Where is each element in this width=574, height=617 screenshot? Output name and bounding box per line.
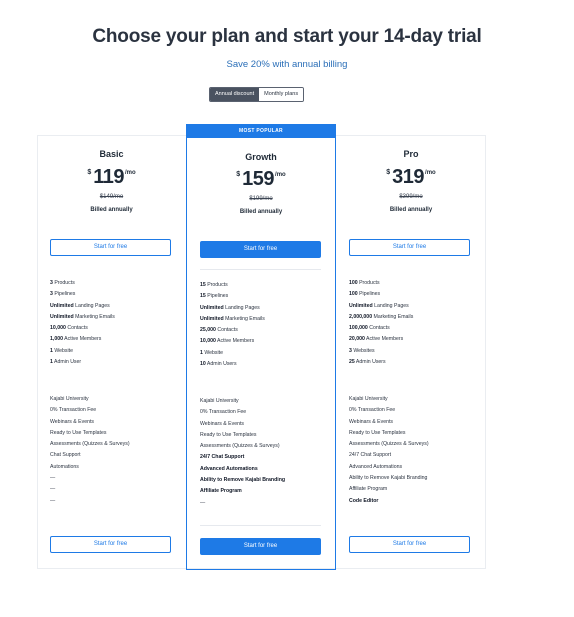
list-item: Automations xyxy=(50,463,79,470)
list-item: — xyxy=(50,475,56,482)
list-item: 25 Admin Users xyxy=(349,359,386,366)
list-item: Unlimited Marketing Emails xyxy=(50,313,115,320)
price-currency: $ xyxy=(87,169,92,176)
plan-card-growth: MOST POPULAR Growth $159/mo $199/mo Bill… xyxy=(186,124,336,570)
list-item: Assessments (Quizzes & Surveys) xyxy=(50,441,130,448)
list-item: Unlimited Landing Pages xyxy=(50,302,110,309)
list-item: Unlimited Marketing Emails xyxy=(200,315,265,322)
list-item: Assessments (Quizzes & Surveys) xyxy=(200,443,280,450)
price-period: /mo xyxy=(425,170,436,176)
plan-card-basic: Basic $119/mo $149/mo Billed annually St… xyxy=(37,135,186,569)
list-item: — xyxy=(50,497,56,504)
plan-features-list: Kajabi University 0% Transaction Fee Web… xyxy=(349,394,429,507)
plan-name: Basic xyxy=(99,149,124,159)
list-item: 24/7 Chat Support xyxy=(349,452,392,459)
list-item: Kajabi University xyxy=(50,396,89,402)
list-item: 15 Pipelines xyxy=(200,293,229,300)
list-item: 24/7 Chat Support xyxy=(200,454,245,461)
original-price: $399/mo xyxy=(399,194,423,200)
list-item: 20,000 Active Members xyxy=(349,336,404,343)
plan-features-list: Kajabi University 0% Transaction Fee Web… xyxy=(200,396,285,509)
billing-toggle: Annual discount Monthly plans xyxy=(209,87,305,102)
plan-price: $119/mo xyxy=(37,166,186,189)
plan-limits-list: 15 Products 15 Pipelines Unlimited Landi… xyxy=(200,280,265,370)
list-item: 100,000 Contacts xyxy=(349,325,390,332)
list-item: Unlimited Landing Pages xyxy=(200,304,260,311)
start-for-free-button[interactable]: Start for free xyxy=(50,239,171,256)
list-item: 100 Pipelines xyxy=(349,291,381,298)
plan-features-list: Kajabi University 0% Transaction Fee Web… xyxy=(50,394,130,507)
most-popular-badge: MOST POPULAR xyxy=(187,125,335,138)
start-for-free-button[interactable]: Start for free xyxy=(349,239,470,256)
monthly-plans-toggle[interactable]: Monthly plans xyxy=(259,88,304,101)
price-currency: $ xyxy=(236,171,241,178)
original-price: $149/mo xyxy=(99,194,124,200)
list-item: 3 Websites xyxy=(349,347,375,354)
price-amount: 319 xyxy=(392,166,425,188)
list-item: Affiliate Program xyxy=(200,488,242,495)
price-period: /mo xyxy=(125,170,136,176)
plan-limits-list: 3 Products 3 Pipelines Unlimited Landing… xyxy=(50,278,115,368)
list-item: 1 Website xyxy=(50,347,73,354)
list-item: Webinars & Events xyxy=(200,420,245,427)
start-for-free-button[interactable]: Start for free xyxy=(200,241,321,258)
annual-discount-toggle[interactable]: Annual discount xyxy=(210,88,260,101)
billing-frequency: Billed annually xyxy=(389,207,433,213)
list-item: 10,000 Active Members xyxy=(200,338,255,345)
start-for-free-button[interactable]: Start for free xyxy=(349,536,470,553)
list-item: 1 Website xyxy=(200,349,223,356)
list-item: 2,000,000 Marketing Emails xyxy=(349,313,414,320)
list-item: Unlimited Landing Pages xyxy=(349,302,409,309)
list-item: Ready to Use Templates xyxy=(50,429,107,436)
list-item: Ready to Use Templates xyxy=(349,429,406,436)
annual-savings-note: Save 20% with annual billing xyxy=(226,59,348,70)
list-item: Webinars & Events xyxy=(349,418,394,425)
divider xyxy=(200,525,321,526)
billing-frequency: Billed annually xyxy=(90,207,133,213)
list-item: Chat Support xyxy=(50,452,81,459)
list-item: Code Editor xyxy=(349,497,379,504)
list-item: 25,000 Contacts xyxy=(200,327,238,334)
list-item: — xyxy=(50,486,56,493)
list-item: 10,000 Contacts xyxy=(50,325,88,332)
list-item: Affiliate Program xyxy=(349,486,388,493)
price-amount: 119 xyxy=(93,166,124,188)
divider xyxy=(200,269,321,270)
list-item: Ready to Use Templates xyxy=(200,431,257,438)
list-item: Ability to Remove Kajabi Branding xyxy=(200,477,286,484)
list-item: 3 Pipelines xyxy=(50,291,76,298)
list-item: Webinars & Events xyxy=(50,418,95,425)
plan-name: Growth xyxy=(245,152,277,162)
list-item: Ability to Remove Kajabi Branding xyxy=(349,475,428,482)
list-item: Advanced Automations xyxy=(349,463,403,470)
start-for-free-button[interactable]: Start for free xyxy=(200,538,321,555)
list-item: — xyxy=(200,499,206,506)
plan-price: $159/mo xyxy=(187,168,335,191)
list-item: Kajabi University xyxy=(349,396,388,402)
plan-limits-list: 100 Products 100 Pipelines Unlimited Lan… xyxy=(349,278,413,368)
original-price: $199/mo xyxy=(249,196,273,202)
list-item: Kajabi University xyxy=(200,398,239,404)
price-period: /mo xyxy=(275,172,286,178)
billing-frequency: Billed annually xyxy=(239,209,283,215)
plan-price: $319/mo xyxy=(336,166,486,189)
price-amount: 159 xyxy=(242,168,275,190)
start-for-free-button[interactable]: Start for free xyxy=(50,536,171,553)
list-item: 100 Products xyxy=(349,280,380,286)
plan-name: Pro xyxy=(403,149,419,159)
list-item: 10 Admin Users xyxy=(200,361,237,368)
list-item: 1,000 Active Members xyxy=(50,336,102,343)
list-item: 1 Admin User xyxy=(50,359,82,366)
list-item: 0% Transaction Fee xyxy=(349,407,396,414)
list-item: 15 Products xyxy=(200,282,228,288)
list-item: Assessments (Quizzes & Surveys) xyxy=(349,441,429,448)
list-item: 3 Products xyxy=(50,280,75,286)
plan-card-pro: Pro $319/mo $399/mo Billed annually Star… xyxy=(336,135,486,569)
list-item: Advanced Automations xyxy=(200,465,258,472)
page-title: Choose your plan and start your 14-day t… xyxy=(92,26,482,47)
price-currency: $ xyxy=(386,169,391,176)
list-item: 0% Transaction Fee xyxy=(50,407,97,414)
list-item: 0% Transaction Fee xyxy=(200,409,247,416)
